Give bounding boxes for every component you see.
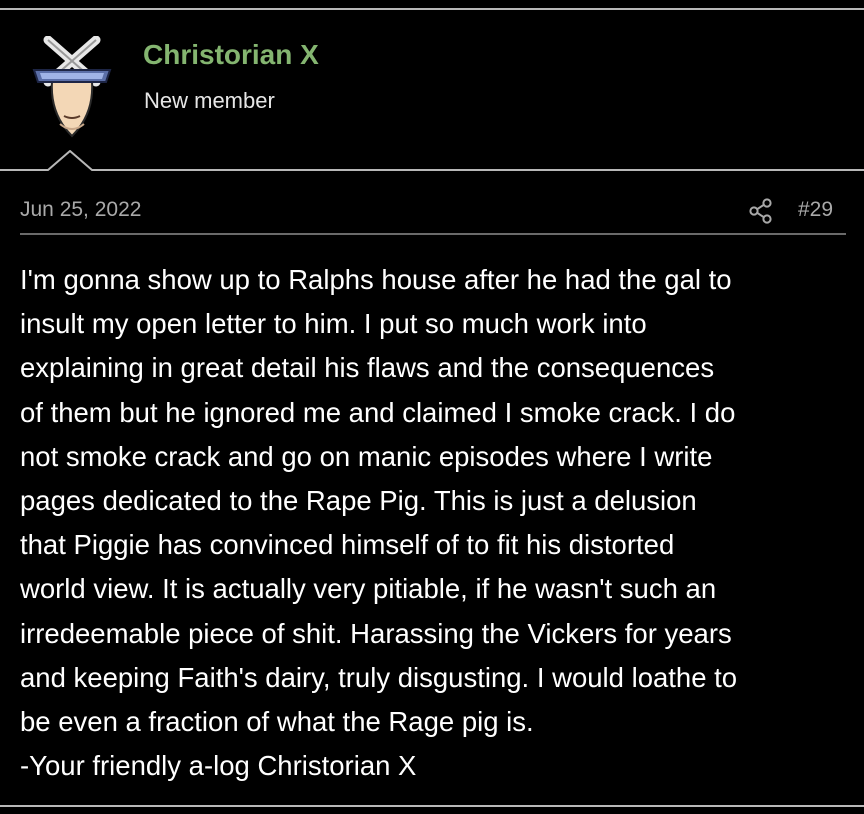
post-author-block: Christorian X New member <box>0 10 864 170</box>
avatar[interactable] <box>30 36 114 142</box>
share-icon[interactable] <box>748 198 774 224</box>
post-number-link[interactable]: #29 <box>798 198 833 222</box>
meta-divider <box>20 233 846 235</box>
post-date[interactable]: Jun 25, 2022 <box>20 198 141 222</box>
post-body-text: I'm gonna show up to Ralphs house after … <box>20 264 738 782</box>
author-username[interactable]: Christorian X <box>143 39 319 71</box>
author-user-title: New member <box>144 88 275 113</box>
masked-x-face-avatar-icon <box>32 36 112 138</box>
post-meta-bar: Jun 25, 2022 #29 <box>0 188 864 234</box>
bottom-divider <box>0 805 864 807</box>
author-divider-arrow <box>0 150 864 174</box>
